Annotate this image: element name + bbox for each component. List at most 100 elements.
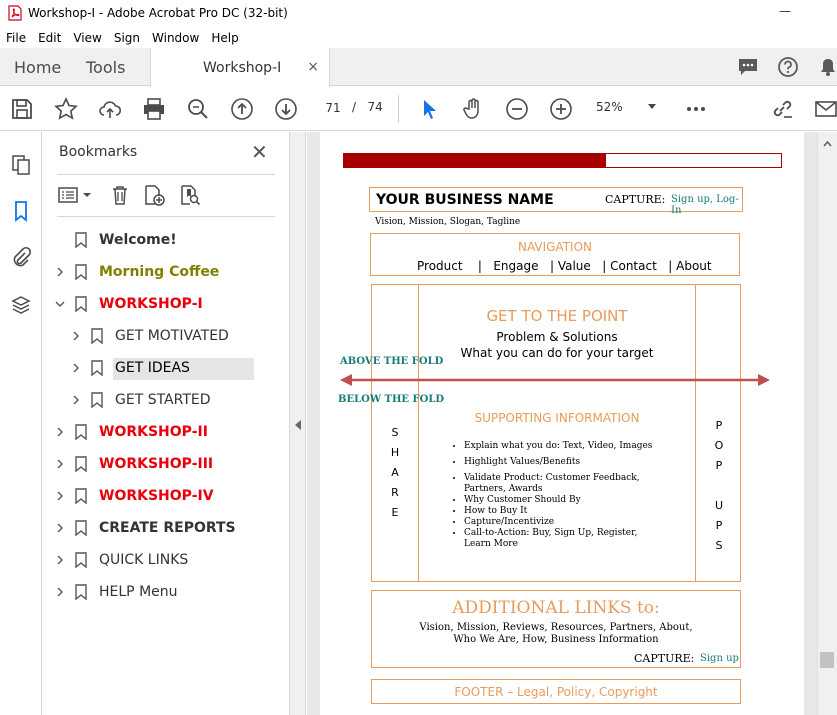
share-link-icon[interactable] <box>770 97 794 121</box>
zoom-search-icon[interactable] <box>186 97 210 121</box>
chevron-right-icon[interactable] <box>55 523 65 533</box>
supporting-list-item: How to Buy It <box>464 506 664 517</box>
chevron-right-icon[interactable] <box>55 491 65 501</box>
chevron-right-icon[interactable] <box>55 267 65 277</box>
more-tools-icon[interactable] <box>684 97 708 121</box>
save-icon[interactable] <box>10 97 34 121</box>
bookmark-item[interactable]: WORKSHOP-III <box>43 450 290 478</box>
tab-tools[interactable]: Tools <box>86 48 125 86</box>
capture-signup-link[interactable]: Sign up <box>700 653 739 664</box>
bookmarks-panel-icon[interactable] <box>10 200 32 222</box>
collapse-panel-icon[interactable] <box>295 420 301 430</box>
subhead-problem: Problem & Solutions <box>496 330 618 344</box>
bookmark-item[interactable]: Morning Coffee <box>43 258 290 286</box>
chevron-right-icon[interactable] <box>71 363 81 373</box>
bookmarks-close-button[interactable]: ✕ <box>251 140 268 164</box>
share-column-divider <box>418 284 419 582</box>
bookmark-label: QUICK LINKS <box>99 552 189 568</box>
previous-page-icon[interactable] <box>230 97 254 121</box>
bookmark-flag-icon <box>75 424 87 440</box>
tab-document[interactable]: Workshop-I × <box>150 48 330 87</box>
capture-links[interactable]: Sign up, Log-In <box>671 194 742 216</box>
menu-edit[interactable]: Edit <box>38 31 61 45</box>
popups-letter: P <box>715 519 723 532</box>
print-icon[interactable] <box>142 97 166 121</box>
tab-bar: Home Tools Workshop-I × <box>0 48 837 87</box>
help-icon[interactable] <box>777 56 799 78</box>
nav-divider: | <box>477 259 482 273</box>
chevron-down-icon[interactable] <box>55 299 65 309</box>
chevron-right-icon[interactable] <box>71 331 81 341</box>
nav-product[interactable]: Product <box>417 259 463 273</box>
bookmark-item[interactable]: QUICK LINKS <box>43 546 290 574</box>
scrollbar-thumb[interactable] <box>820 652 834 668</box>
panel-divider <box>57 174 275 175</box>
vertical-scrollbar[interactable] <box>817 132 837 715</box>
bookmark-item[interactable]: WORKSHOP-II <box>43 418 290 446</box>
bookmark-item[interactable]: GET STARTED <box>43 386 290 414</box>
new-bookmark-icon[interactable] <box>143 184 165 206</box>
zoom-in-icon[interactable] <box>549 97 573 121</box>
nav-value[interactable]: Value <box>558 259 591 273</box>
zoom-level[interactable]: 52% <box>596 100 623 114</box>
chevron-right-icon[interactable] <box>71 395 81 405</box>
toolbar-divider <box>398 95 399 123</box>
delete-bookmark-icon[interactable] <box>109 184 131 206</box>
minimize-button[interactable]: — <box>779 4 791 18</box>
additional-links-line1: Vision, Mission, Reviews, Resources, Par… <box>419 622 693 633</box>
tagline: Vision, Mission, Slogan, Tagline <box>375 217 521 227</box>
page-thumbnails-icon[interactable] <box>10 154 32 176</box>
chevron-right-icon[interactable] <box>55 427 65 437</box>
menu-window[interactable]: Window <box>152 31 199 45</box>
bookmark-flag-icon <box>75 264 87 280</box>
next-page-icon[interactable] <box>274 97 298 121</box>
chevron-right-icon[interactable] <box>55 587 65 597</box>
panel-splitter[interactable] <box>290 132 306 715</box>
bookmark-item[interactable]: GET MOTIVATED <box>43 322 290 350</box>
nav-engage[interactable]: Engage <box>493 259 538 273</box>
bookmark-item[interactable]: HELP Menu <box>43 578 290 606</box>
menu-sign[interactable]: Sign <box>114 31 140 45</box>
supporting-list-item: Highlight Values/Benefits <box>464 457 664 468</box>
attachments-icon[interactable] <box>10 246 32 268</box>
footer-text: FOOTER – Legal, Policy, Copyright <box>454 685 658 699</box>
nav-divider: | <box>602 259 607 273</box>
email-icon[interactable] <box>814 97 837 121</box>
bookmark-item[interactable]: WORKSHOP-IV <box>43 482 290 510</box>
share-letter: R <box>391 486 399 499</box>
tab-home[interactable]: Home <box>14 48 61 86</box>
zoom-dropdown-icon[interactable] <box>648 104 656 109</box>
share-letter: A <box>391 466 399 479</box>
chevron-right-icon[interactable] <box>55 555 65 565</box>
bookmark-item[interactable]: CREATE REPORTS <box>43 514 290 542</box>
page-number-input[interactable] <box>316 96 350 120</box>
scroll-up-icon[interactable] <box>823 140 832 149</box>
nav-contact[interactable]: Contact <box>610 259 657 273</box>
bookmark-label: GET MOTIVATED <box>115 328 229 344</box>
layers-icon[interactable] <box>10 294 32 316</box>
bookmark-options-icon[interactable] <box>57 184 93 206</box>
select-cursor-icon[interactable] <box>418 97 442 121</box>
menu-help[interactable]: Help <box>211 31 238 45</box>
nav-about[interactable]: About <box>676 259 711 273</box>
find-bookmark-icon[interactable] <box>179 184 201 206</box>
upload-cloud-icon[interactable] <box>98 97 122 121</box>
notifications-icon[interactable] <box>817 56 837 78</box>
hand-tool-icon[interactable] <box>461 97 485 121</box>
navigation-rail <box>0 132 42 715</box>
bookmark-item[interactable]: Welcome! <box>43 226 290 254</box>
share-letter: S <box>391 426 399 439</box>
tab-close-button[interactable]: × <box>307 59 319 75</box>
zoom-out-icon[interactable] <box>505 97 529 121</box>
page-total: 74 <box>367 100 383 114</box>
chevron-right-icon[interactable] <box>55 459 65 469</box>
bookmark-star-icon[interactable] <box>54 97 78 121</box>
bookmark-item[interactable]: GET IDEAS <box>43 354 290 382</box>
menu-view[interactable]: View <box>73 31 101 45</box>
bookmark-label: WORKSHOP-I <box>99 296 203 312</box>
menu-file[interactable]: File <box>6 31 26 45</box>
bookmark-item[interactable]: WORKSHOP-I <box>43 290 290 318</box>
comment-icon[interactable] <box>737 56 759 78</box>
bookmark-flag-icon <box>75 552 87 568</box>
toolbar: / 74 52% <box>0 87 837 131</box>
